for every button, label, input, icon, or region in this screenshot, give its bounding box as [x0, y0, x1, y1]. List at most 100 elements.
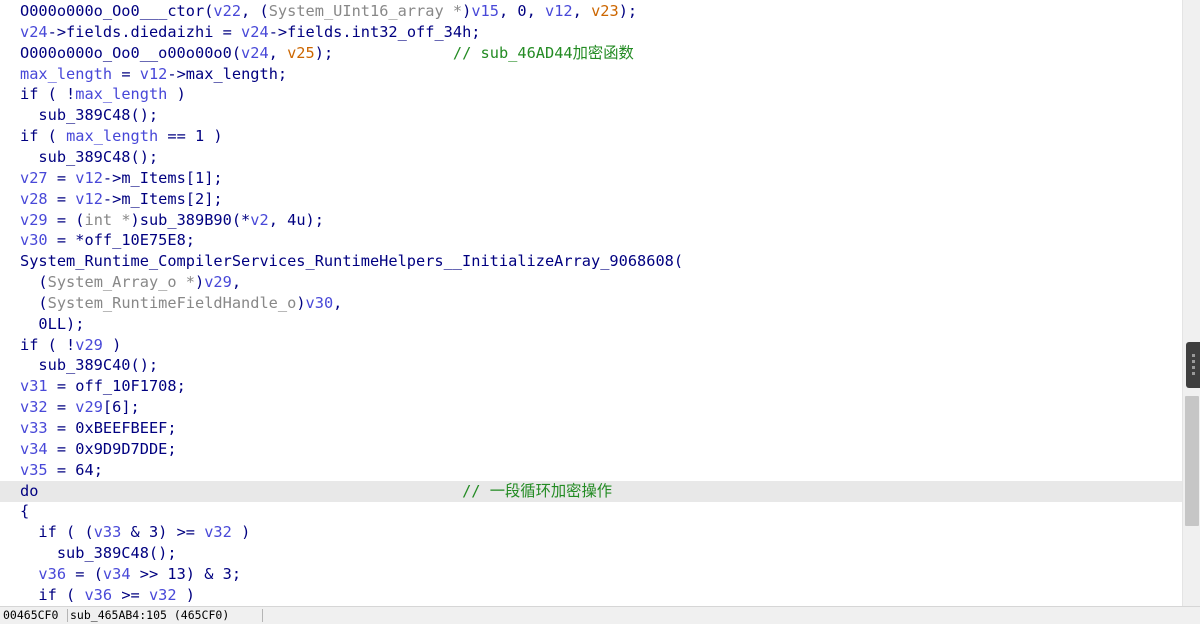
code-token: ) [167, 85, 186, 104]
code-identifier[interactable]: max_length [66, 127, 158, 145]
code-line[interactable]: sub_389C48(); [0, 147, 1182, 168]
code-line[interactable]: v33 = 0xBEEFBEEF; [0, 418, 1182, 439]
code-identifier[interactable]: v29 [75, 398, 103, 416]
code-identifier[interactable]: v32 [20, 398, 48, 416]
code-identifier[interactable]: v12 [545, 2, 573, 20]
code-identifier[interactable]: v31 [20, 377, 48, 395]
code-line[interactable]: sub_389C48(); [0, 105, 1182, 126]
code-line[interactable]: if ( (v33 & 3) >= v32 ) [0, 522, 1182, 543]
code-token: sub_389C40(); [20, 356, 159, 375]
code-token: if ( [20, 127, 67, 146]
code-identifier[interactable]: v23 [591, 2, 619, 20]
code-identifier[interactable]: v12 [140, 65, 168, 83]
code-identifier[interactable]: v12 [75, 190, 103, 208]
code-line[interactable]: if ( !v29 ) [0, 335, 1182, 356]
code-identifier[interactable]: v12 [75, 169, 103, 187]
status-separator [262, 609, 263, 622]
scrollbar-thumb[interactable] [1185, 396, 1199, 526]
code-line[interactable]: v24->fields.diedaizhi = v24->fields.int3… [0, 22, 1182, 43]
code-line[interactable]: v32 = v29[6]; [0, 397, 1182, 418]
code-line[interactable]: (System_Array_o *)v29, [0, 272, 1182, 293]
code-line[interactable]: (System_RuntimeFieldHandle_o)v30, [0, 293, 1182, 314]
code-identifier[interactable]: v30 [306, 294, 334, 312]
code-identifier[interactable]: v2 [250, 211, 268, 229]
code-identifier[interactable]: v30 [20, 231, 48, 249]
code-identifier[interactable]: v22 [213, 2, 241, 20]
code-identifier[interactable]: v24 [241, 23, 269, 41]
code-line[interactable]: sub_389C48(); [0, 543, 1182, 564]
code-line[interactable]: v35 = 64; [0, 460, 1182, 481]
code-line[interactable]: v31 = off_10F1708; [0, 376, 1182, 397]
code-identifier[interactable]: v34 [103, 565, 131, 583]
code-line[interactable]: v28 = v12->m_Items[2]; [0, 189, 1182, 210]
code-line[interactable]: if ( !max_length ) [0, 84, 1182, 105]
pseudocode-view[interactable]: O000o000o_Oo0___ctor(v22, (System_UInt16… [0, 0, 1182, 606]
code-token: sub_389C48(); [20, 147, 159, 166]
code-token: >= [112, 585, 149, 604]
code-token: = [47, 398, 76, 417]
code-token: ) [296, 293, 306, 312]
code-line[interactable]: v29 = (int *)sub_389B90(*v2, 4u); [0, 210, 1182, 231]
code-line-current[interactable]: do // 一段循环加密操作 [0, 480, 1182, 502]
panel-splitter-handle[interactable] [1186, 342, 1200, 388]
code-token: & 3) >= [121, 523, 205, 542]
code-line[interactable]: 0LL); [0, 314, 1182, 335]
code-identifier[interactable]: v36 [84, 586, 112, 604]
code-token: ( [20, 293, 48, 312]
code-token: if ( ! [20, 335, 76, 354]
code-line[interactable]: O000o000o_Oo0__o00o00o0(v24, v25); // su… [0, 43, 1182, 64]
code-token: , [572, 2, 592, 20]
code-line[interactable]: if ( v36 >= v32 ) [0, 585, 1182, 606]
code-token: sub_389C48(); [20, 544, 177, 563]
code-token: System_UInt16_array * [268, 2, 463, 20]
status-offset: 00465CF0 [3, 608, 59, 622]
code-identifier[interactable]: v29 [204, 273, 232, 291]
code-token: { [20, 502, 30, 521]
grip-dot-icon [1192, 354, 1195, 357]
code-token: , 0, [498, 2, 546, 20]
code-token: System_Runtime_CompilerServices_RuntimeH… [20, 252, 684, 271]
code-identifier[interactable]: v29 [20, 211, 48, 229]
code-line[interactable]: if ( max_length == 1 ) [0, 126, 1182, 147]
code-identifier[interactable]: v25 [287, 44, 315, 62]
code-token: , 4u); [268, 210, 324, 229]
code-identifier[interactable]: v35 [20, 461, 48, 479]
code-token: ->max_length; [167, 64, 288, 83]
vertical-scrollbar[interactable] [1182, 0, 1200, 606]
code-line[interactable]: sub_389C40(); [0, 355, 1182, 376]
code-line[interactable]: v30 = *off_10E75E8; [0, 230, 1182, 251]
code-token: = 0xBEEFBEEF; [47, 419, 177, 437]
grip-dot-icon [1192, 360, 1195, 363]
code-token: ) [462, 2, 472, 20]
code-line[interactable]: v27 = v12->m_Items[1]; [0, 168, 1182, 189]
code-identifier[interactable]: v33 [20, 419, 48, 437]
code-identifier[interactable]: v24 [241, 44, 269, 62]
code-line[interactable]: max_length = v12->max_length; [0, 64, 1182, 85]
code-identifier[interactable]: max_length [75, 85, 167, 103]
code-line[interactable]: System_Runtime_CompilerServices_RuntimeH… [0, 251, 1182, 272]
code-identifier[interactable]: v32 [204, 523, 232, 541]
code-token: ->m_Items[1]; [102, 168, 223, 187]
code-token: if ( ! [20, 85, 76, 104]
code-line[interactable]: { [0, 501, 1182, 522]
code-token: = 0x9D9D7DDE; [47, 439, 177, 458]
code-identifier[interactable]: v32 [149, 586, 177, 604]
code-identifier[interactable]: v29 [75, 336, 103, 354]
grip-dot-icon [1192, 372, 1195, 375]
code-line[interactable]: O000o000o_Oo0___ctor(v22, (System_UInt16… [0, 1, 1182, 22]
code-identifier[interactable]: v36 [38, 565, 66, 583]
code-identifier[interactable]: v15 [471, 2, 499, 20]
code-identifier[interactable]: v33 [94, 523, 122, 541]
code-identifier[interactable]: v24 [20, 23, 48, 41]
code-token: ) [102, 335, 122, 354]
code-identifier[interactable]: v27 [20, 169, 48, 187]
code-identifier[interactable]: v28 [20, 190, 48, 208]
code-line[interactable]: v34 = 0x9D9D7DDE; [0, 439, 1182, 460]
code-identifier[interactable]: max_length [20, 65, 112, 83]
status-bar: 00465CF0 sub_465AB4:105 (465CF0) [0, 606, 1200, 624]
code-comment: // sub_46AD44加密函数 [452, 43, 634, 62]
code-line[interactable]: v36 = (v34 >> 13) & 3; [0, 564, 1182, 585]
code-token: , ( [241, 2, 269, 20]
code-identifier[interactable]: v34 [20, 440, 48, 458]
